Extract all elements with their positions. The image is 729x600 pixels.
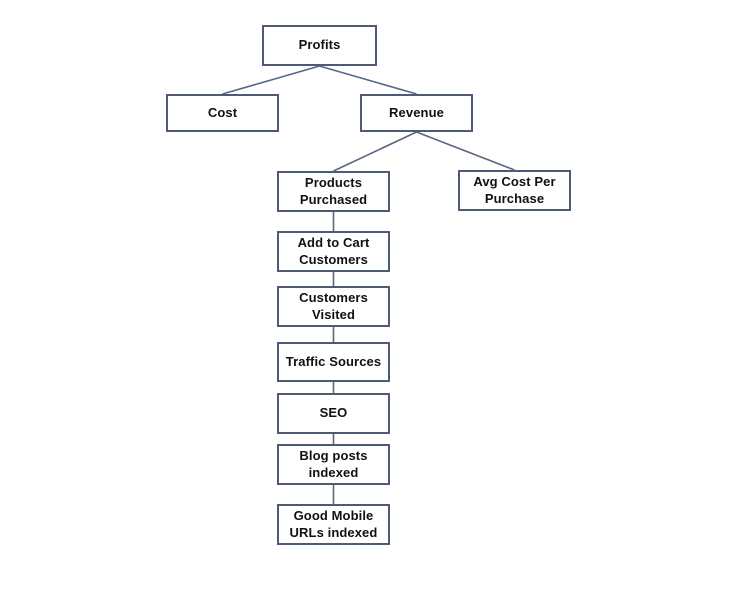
node-label-customers-visited: Customers Visited (299, 290, 368, 322)
node-label-cost: Cost (207, 104, 238, 120)
node-add-to-cart[interactable]: Add to Cart Customers (277, 231, 390, 272)
node-avg-cost[interactable]: Avg Cost Per Purchase (458, 170, 571, 211)
node-products[interactable]: Products Purchased (277, 171, 390, 212)
node-cost[interactable]: Cost (166, 94, 279, 132)
edge-revenue-avgcost (416, 131, 515, 171)
node-label-good-mobile-urls: Good Mobile URLs indexed (289, 508, 378, 540)
node-label-add-to-cart: Add to Cart Customers (297, 235, 370, 267)
node-blog-posts[interactable]: Blog posts indexed (277, 444, 390, 485)
node-good-mobile-urls[interactable]: Good Mobile URLs indexed (277, 504, 390, 545)
node-traffic-sources[interactable]: Traffic Sources (277, 342, 390, 382)
node-label-avg-cost: Avg Cost Per Purchase (473, 174, 556, 206)
edge-profits-revenue (319, 65, 417, 95)
edge-revenue-products (333, 131, 417, 172)
node-seo[interactable]: SEO (277, 393, 390, 434)
node-label-blog-posts: Blog posts indexed (299, 448, 368, 480)
node-label-seo: SEO (319, 405, 348, 421)
node-profits[interactable]: Profits (262, 25, 377, 66)
flowchart-canvas: Profits Cost Revenue Products Purchased Avg … (0, 0, 729, 600)
node-label-revenue: Revenue (389, 104, 444, 120)
node-label-traffic-sources: Traffic Sources (285, 353, 382, 369)
node-label-products: Products Purchased (299, 175, 368, 207)
node-label-profits: Profits (298, 37, 341, 53)
edge-profits-cost (222, 65, 320, 95)
node-customers-visited[interactable]: Customers Visited (277, 286, 390, 327)
node-revenue[interactable]: Revenue (360, 94, 473, 132)
